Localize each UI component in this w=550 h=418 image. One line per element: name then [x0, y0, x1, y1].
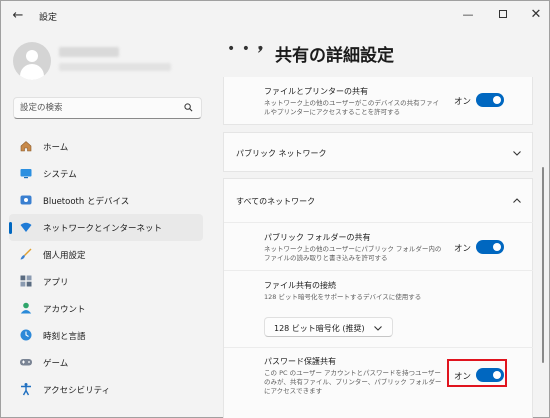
- sidebar-item-gaming[interactable]: ゲーム: [9, 349, 203, 376]
- search-input[interactable]: [20, 101, 180, 115]
- selection-indicator: [9, 222, 12, 234]
- avatar-body: [20, 64, 44, 80]
- toggle-knob: [493, 96, 501, 104]
- apps-icon: [20, 275, 32, 287]
- maximize-button[interactable]: [488, 5, 518, 25]
- sidebar-item-accounts[interactable]: アカウント: [9, 295, 203, 322]
- file-printer-sharing-toggle[interactable]: [476, 93, 504, 107]
- highlight-box: [447, 359, 507, 387]
- home-icon: [20, 141, 32, 152]
- sidebar-item-accessibility[interactable]: アクセシビリティ: [9, 376, 203, 403]
- sidebar-item-label: アカウント: [43, 305, 86, 315]
- setting-description: ネットワーク上の他のユーザーがこのデバイスの共有ファイルやプリンターにアクセスす…: [264, 99, 440, 116]
- encryption-dropdown[interactable]: 128 ビット暗号化 (推奨): [264, 317, 393, 337]
- brush-icon: [20, 248, 32, 260]
- account-icon: [20, 302, 32, 314]
- search-box[interactable]: [13, 97, 202, 119]
- back-button[interactable]: ←: [9, 7, 27, 25]
- divider: [224, 347, 533, 348]
- sidebar-item-label: ホーム: [43, 143, 69, 153]
- setting-title: パブリック フォルダーの共有: [264, 233, 371, 242]
- toggle-knob: [493, 243, 501, 251]
- settings-window: ← 設定 — ✕ ホーム システム: [0, 0, 550, 418]
- setting-title: ファイル共有の接続: [264, 281, 336, 290]
- scrollbar[interactable]: [542, 167, 544, 363]
- chevron-down-icon: [513, 151, 521, 156]
- network-icon: [20, 222, 32, 232]
- setting-description: この PC のユーザー アカウントとパスワードを持つユーザーのみが、共有ファイル…: [264, 369, 442, 395]
- sidebar-item-home[interactable]: ホーム: [9, 133, 203, 160]
- close-button[interactable]: ✕: [521, 5, 550, 25]
- sidebar-item-apps[interactable]: アプリ: [9, 268, 203, 295]
- public-network-section[interactable]: パブリック ネットワーク: [223, 132, 533, 172]
- dropdown-value: 128 ビット暗号化 (推奨): [274, 324, 365, 333]
- sidebar-item-bluetooth[interactable]: Bluetooth とデバイス: [9, 187, 203, 214]
- sidebar-item-label: システム: [43, 170, 77, 180]
- sidebar-item-label: ネットワークとインターネット: [43, 224, 163, 234]
- title-bar: ← 設定 — ✕: [1, 1, 549, 31]
- avatar-head: [26, 50, 38, 62]
- time-language-icon: [20, 329, 32, 341]
- profile-email-blurred: [59, 63, 171, 71]
- sidebar-item-label: アクセシビリティ: [43, 386, 111, 396]
- gamepad-icon: [20, 359, 32, 366]
- chevron-down-icon: [374, 326, 382, 331]
- setting-title: パスワード保護共有: [264, 357, 336, 366]
- sidebar-item-label: アプリ: [43, 278, 69, 288]
- divider: [224, 270, 533, 271]
- sidebar-nav: ホーム システム Bluetooth とデバイス ネットワークとインターネット: [9, 133, 203, 403]
- setting-description: 128 ビット暗号化をサポートするデバイスに使用する: [264, 293, 422, 301]
- public-folder-sharing-toggle[interactable]: [476, 240, 504, 254]
- minimize-button[interactable]: —: [453, 5, 483, 25]
- page-title: 共有の詳細設定: [275, 46, 394, 66]
- sidebar-item-label: Bluetooth とデバイス: [43, 197, 130, 207]
- chevron-up-icon: [513, 198, 521, 203]
- app-title: 設定: [39, 13, 58, 23]
- sidebar-item-label: ゲーム: [43, 359, 69, 369]
- maximize-icon: [499, 10, 507, 18]
- profile-name-blurred: [59, 47, 119, 57]
- sidebar-item-system[interactable]: システム: [9, 160, 203, 187]
- avatar[interactable]: [13, 42, 51, 80]
- accessibility-icon: [21, 383, 31, 396]
- bluetooth-icon: [20, 195, 32, 205]
- sidebar-item-time-language[interactable]: 時刻と言語: [9, 322, 203, 349]
- breadcrumb-chevron-icon: ›: [257, 40, 263, 58]
- sidebar-item-personalization[interactable]: 個人用設定: [9, 241, 203, 268]
- toggle-state-label: オン: [454, 244, 472, 254]
- system-icon: [20, 169, 32, 179]
- section-title: すべてのネットワーク: [236, 197, 316, 206]
- setting-description: ネットワーク上の他のユーザーにパブリック フォルダー内のファイルの読み取りと書き…: [264, 245, 442, 262]
- setting-title: ファイルとプリンターの共有: [264, 87, 368, 96]
- search-icon: [184, 103, 193, 112]
- sidebar-item-label: 時刻と言語: [43, 332, 86, 342]
- toggle-state-label: オン: [454, 97, 472, 107]
- all-networks-header[interactable]: すべてのネットワーク: [224, 179, 532, 222]
- file-printer-sharing-row: ファイルとプリンターの共有 ネットワーク上の他のユーザーがこのデバイスの共有ファ…: [223, 77, 533, 125]
- sidebar-item-label: 個人用設定: [43, 251, 86, 261]
- section-title: パブリック ネットワーク: [236, 149, 327, 158]
- divider: [224, 222, 533, 223]
- sidebar-item-network[interactable]: ネットワークとインターネット: [9, 214, 203, 241]
